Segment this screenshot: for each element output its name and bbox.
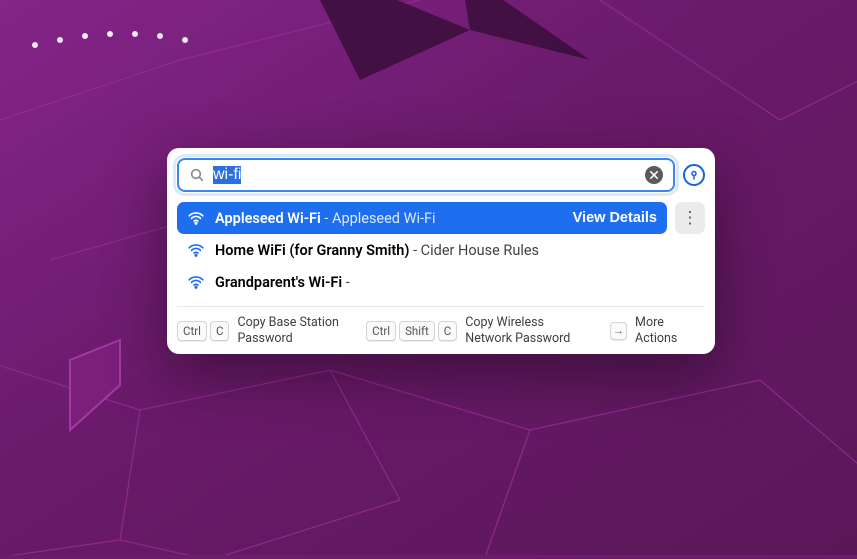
result-subtitle: - bbox=[346, 274, 350, 291]
more-options-button[interactable]: ⋮ bbox=[675, 202, 705, 234]
1password-icon[interactable] bbox=[683, 164, 705, 186]
result-title: Home WiFi (for Granny Smith) bbox=[215, 242, 409, 259]
search-input[interactable] bbox=[213, 166, 637, 184]
clear-search-button[interactable] bbox=[645, 166, 663, 184]
result-subtitle: - Cider House Rules bbox=[413, 242, 539, 259]
kebab-icon: ⋮ bbox=[682, 208, 699, 228]
action-label: Copy Wireless Network Password bbox=[465, 315, 574, 346]
quick-access-panel: Appleseed Wi-Fi - Appleseed Wi-Fi View D… bbox=[167, 148, 715, 354]
result-subtitle: - Appleseed Wi-Fi bbox=[324, 210, 435, 227]
action-footer: Ctrl C Copy Base Station Password Ctrl S… bbox=[177, 306, 705, 346]
action-label: More Actions bbox=[635, 315, 705, 346]
wifi-icon bbox=[187, 209, 205, 227]
copy-wireless-network-password-action[interactable]: Ctrl Shift C Copy Wireless Network Passw… bbox=[366, 315, 574, 346]
search-icon bbox=[189, 167, 205, 183]
wifi-icon bbox=[187, 273, 205, 291]
keyboard-shortcut: Ctrl Shift C bbox=[366, 321, 457, 341]
result-title: Grandparent's Wi-Fi bbox=[215, 274, 342, 291]
view-details-button[interactable]: View Details bbox=[573, 210, 657, 226]
results-list: Appleseed Wi-Fi - Appleseed Wi-Fi View D… bbox=[177, 202, 705, 298]
close-icon bbox=[650, 171, 658, 179]
action-label: Copy Base Station Password bbox=[237, 315, 348, 346]
result-item[interactable]: Home WiFi (for Granny Smith) - Cider Hou… bbox=[177, 234, 705, 266]
arrow-right-icon: → bbox=[610, 322, 627, 340]
search-field-wrapper[interactable] bbox=[177, 158, 675, 192]
result-item[interactable]: Grandparent's Wi-Fi - bbox=[177, 266, 705, 298]
result-title: Appleseed Wi-Fi bbox=[215, 210, 321, 227]
wifi-icon bbox=[187, 241, 205, 259]
keyboard-shortcut: Ctrl C bbox=[177, 321, 229, 341]
copy-base-station-password-action[interactable]: Ctrl C Copy Base Station Password bbox=[177, 315, 348, 346]
more-actions-button[interactable]: → More Actions bbox=[610, 315, 705, 346]
result-item-selected[interactable]: Appleseed Wi-Fi - Appleseed Wi-Fi View D… bbox=[177, 202, 667, 234]
